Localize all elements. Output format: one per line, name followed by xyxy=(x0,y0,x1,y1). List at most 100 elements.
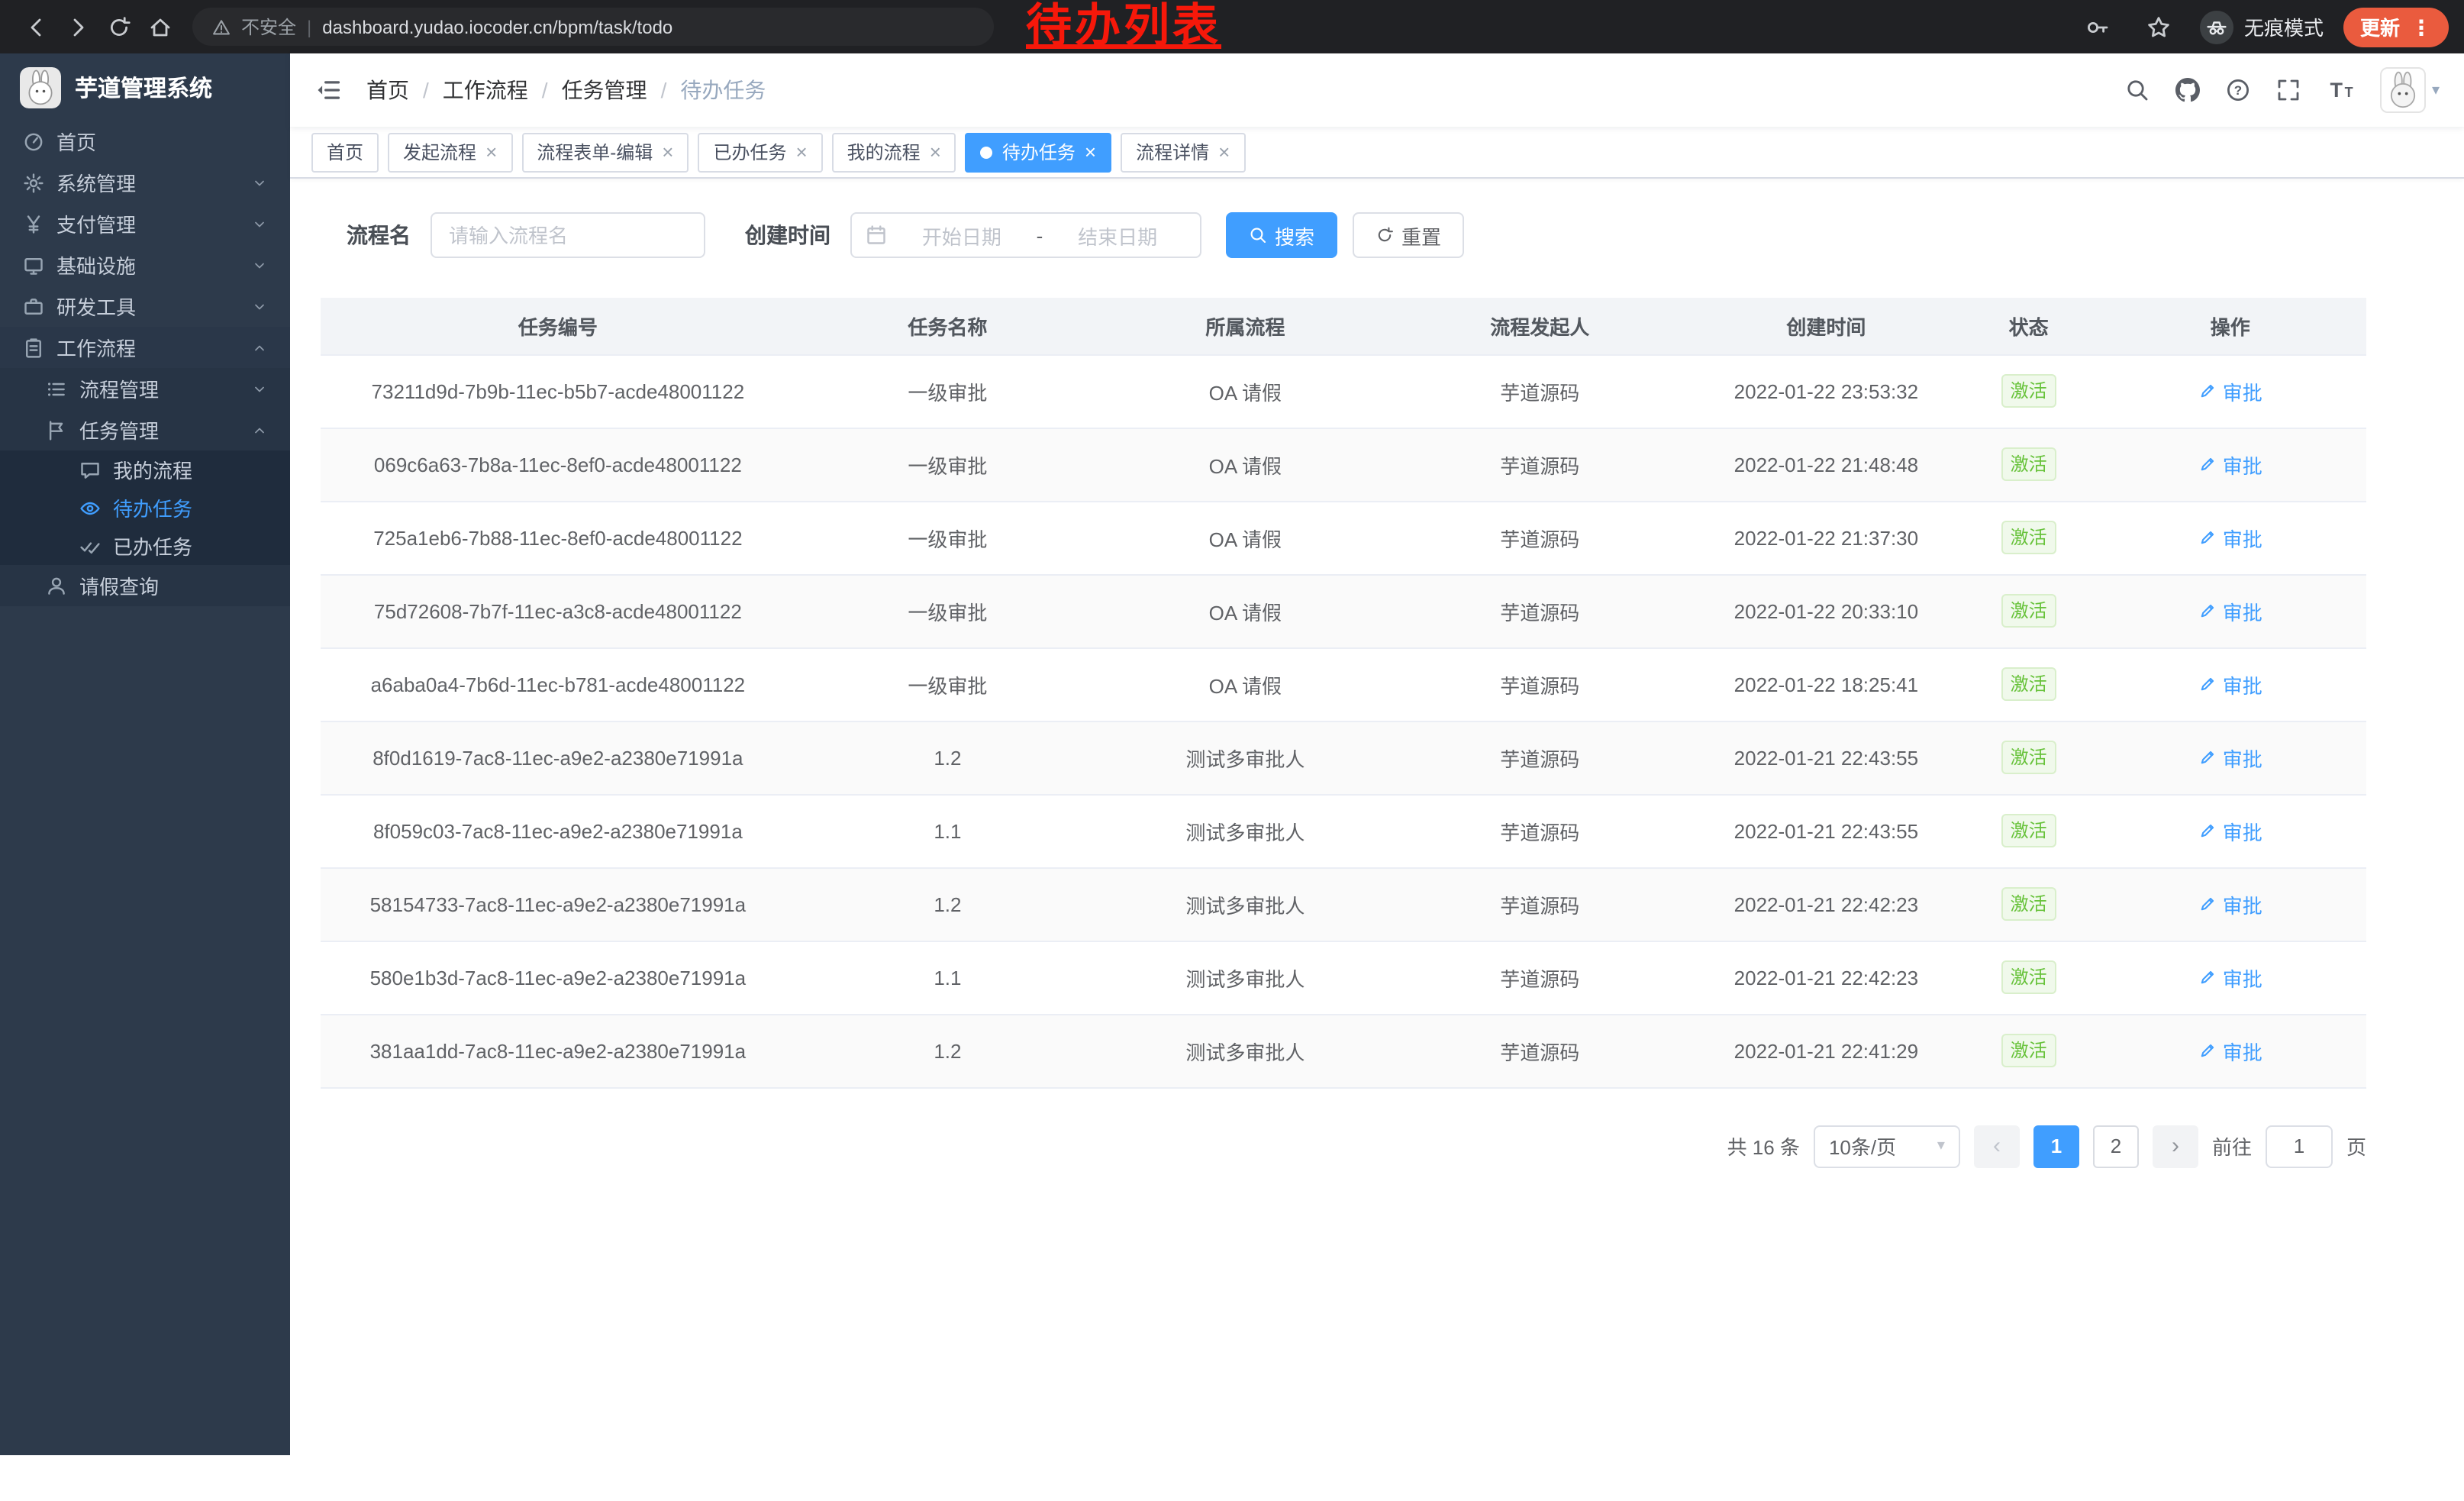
breadcrumb-item-current: 待办任务 xyxy=(680,75,766,105)
chevron-down-icon xyxy=(252,299,267,314)
edit-icon xyxy=(2198,455,2217,473)
sidebar-item-label: 研发工具 xyxy=(56,292,136,321)
search-icon[interactable] xyxy=(2125,78,2150,102)
tab-home[interactable]: 首页 xyxy=(311,132,379,172)
browser-actions: 无痕模式 更新 ⋮ xyxy=(2078,6,2449,47)
update-button[interactable]: 更新 ⋮ xyxy=(2343,7,2449,47)
approve-link[interactable]: 审批 xyxy=(2198,450,2262,479)
col-created: 创建时间 xyxy=(1689,298,1963,354)
sidebar-item-leave-query[interactable]: 请假查询 xyxy=(0,565,290,606)
password-key-icon[interactable] xyxy=(2078,6,2119,47)
status-badge: 激活 xyxy=(2001,521,2056,554)
close-icon[interactable]: × xyxy=(1218,142,1230,162)
status-badge: 激活 xyxy=(2001,374,2056,408)
close-icon[interactable]: × xyxy=(1085,142,1096,162)
col-task-id: 任务编号 xyxy=(321,298,795,354)
chevron-down-icon: ▾ xyxy=(1937,1138,1945,1154)
approve-link[interactable]: 审批 xyxy=(2198,670,2262,699)
todo-task-table: 任务编号 任务名称 所属流程 流程发起人 创建时间 状态 操作 73211d9d… xyxy=(321,298,2366,1088)
prev-page-button[interactable]: ‹ xyxy=(1974,1125,2020,1167)
sidebar-item-done-tasks[interactable]: 已办任务 xyxy=(0,527,290,565)
annotation-text: 待办列表 xyxy=(1026,0,1221,53)
sidebar-item-infrastructure[interactable]: 基础设施 xyxy=(0,244,290,286)
sidebar: 芋道管理系统 首页 系统管理 支付管理 基础设施 xyxy=(0,53,290,1455)
approve-link[interactable]: 审批 xyxy=(2198,743,2262,772)
tab-my-processes[interactable]: 我的流程× xyxy=(832,132,956,172)
flag-icon xyxy=(46,419,67,441)
approve-link[interactable]: 审批 xyxy=(2198,376,2262,405)
tab-done-tasks[interactable]: 已办任务× xyxy=(698,132,822,172)
end-date-placeholder: 结束日期 xyxy=(1049,221,1186,250)
sidebar-item-devtools[interactable]: 研发工具 xyxy=(0,286,290,327)
goto-label: 前往 xyxy=(2212,1131,2252,1160)
user-avatar[interactable]: ▾ xyxy=(2380,67,2440,113)
sidebar-item-task-management[interactable]: 任务管理 xyxy=(0,409,290,450)
create-time-label: 创建时间 xyxy=(745,220,830,250)
sidebar-item-home[interactable]: 首页 xyxy=(0,121,290,162)
sidebar-item-workflow[interactable]: 工作流程 xyxy=(0,327,290,368)
sidebar-item-label: 基础设施 xyxy=(56,250,136,279)
monitor-icon xyxy=(23,254,44,276)
security-label: 不安全 xyxy=(241,14,296,40)
reset-button[interactable]: 重置 xyxy=(1353,212,1464,258)
chevron-down-icon xyxy=(252,257,267,273)
tab-start-process[interactable]: 发起流程× xyxy=(388,132,512,172)
screen: 不安全 | dashboard.yudao.iocoder.cn/bpm/tas… xyxy=(0,0,2464,1501)
home-icon[interactable] xyxy=(139,6,180,47)
breadcrumb-item-home[interactable]: 首页 xyxy=(366,75,409,105)
incognito-icon xyxy=(2200,10,2233,44)
sidebar-item-process-management[interactable]: 流程管理 xyxy=(0,368,290,409)
close-icon[interactable]: × xyxy=(485,142,497,162)
sidebar-item-label: 支付管理 xyxy=(56,209,136,238)
github-icon[interactable] xyxy=(2175,78,2200,102)
close-icon[interactable]: × xyxy=(930,142,941,162)
clipboard-icon xyxy=(23,337,44,358)
sidebar-item-label: 任务管理 xyxy=(79,415,159,444)
address-bar[interactable]: 不安全 | dashboard.yudao.iocoder.cn/bpm/tas… xyxy=(192,8,994,46)
forward-icon[interactable] xyxy=(56,6,98,47)
page-button-2[interactable]: 2 xyxy=(2093,1125,2139,1167)
approve-link[interactable]: 审批 xyxy=(2198,1036,2262,1065)
edit-icon xyxy=(2198,895,2217,913)
sidebar-item-label: 工作流程 xyxy=(56,333,136,362)
app-logo-row[interactable]: 芋道管理系统 xyxy=(0,53,290,121)
process-name-label: 流程名 xyxy=(347,220,411,250)
tab-todo-tasks[interactable]: 待办任务× xyxy=(966,132,1111,172)
status-badge: 激活 xyxy=(2001,594,2056,628)
approve-link[interactable]: 审批 xyxy=(2198,816,2262,845)
process-name-input[interactable] xyxy=(431,212,705,258)
approve-link[interactable]: 审批 xyxy=(2198,963,2262,992)
next-page-button[interactable]: › xyxy=(2153,1125,2198,1167)
tab-form-edit[interactable]: 流程表单-编辑× xyxy=(521,132,689,172)
sidebar-item-my-processes[interactable]: 我的流程 xyxy=(0,450,290,489)
edit-icon xyxy=(2198,1041,2217,1060)
tab-process-detail[interactable]: 流程详情× xyxy=(1121,132,1245,172)
close-icon[interactable]: × xyxy=(795,142,807,162)
close-icon[interactable]: × xyxy=(662,142,673,162)
refresh-icon xyxy=(1376,226,1394,244)
sidebar-item-payment[interactable]: 支付管理 xyxy=(0,203,290,244)
table-row: 75d72608-7b7f-11ec-a3c8-acde48001122 一级审… xyxy=(321,574,2366,647)
page-size-select[interactable]: 10条/页 ▾ xyxy=(1814,1125,1960,1167)
goto-page-input[interactable] xyxy=(2266,1125,2333,1167)
back-icon[interactable] xyxy=(15,6,56,47)
search-button[interactable]: 搜索 xyxy=(1226,212,1337,258)
sidebar-collapse-icon[interactable] xyxy=(314,76,342,104)
table-row: 58154733-7ac8-11ec-a9e2-a2380e71991a 1.2… xyxy=(321,867,2366,941)
approve-link[interactable]: 审批 xyxy=(2198,523,2262,552)
breadcrumb-separator: / xyxy=(423,78,429,102)
more-menu-icon[interactable]: ⋮ xyxy=(2411,16,2432,37)
breadcrumb-item-task-management[interactable]: 任务管理 xyxy=(562,75,647,105)
help-icon[interactable]: ? xyxy=(2226,78,2250,102)
fullscreen-icon[interactable] xyxy=(2276,78,2301,102)
font-size-icon[interactable]: TT xyxy=(2327,76,2354,104)
sidebar-item-system[interactable]: 系统管理 xyxy=(0,162,290,203)
approve-link[interactable]: 审批 xyxy=(2198,596,2262,625)
reload-icon[interactable] xyxy=(98,6,139,47)
breadcrumb-item-workflow[interactable]: 工作流程 xyxy=(443,75,528,105)
approve-link[interactable]: 审批 xyxy=(2198,889,2262,918)
sidebar-item-todo-tasks[interactable]: 待办任务 xyxy=(0,489,290,527)
date-range-picker[interactable]: 开始日期 - 结束日期 xyxy=(850,212,1201,258)
page-button-1[interactable]: 1 xyxy=(2033,1125,2079,1167)
bookmark-star-icon[interactable] xyxy=(2139,6,2180,47)
